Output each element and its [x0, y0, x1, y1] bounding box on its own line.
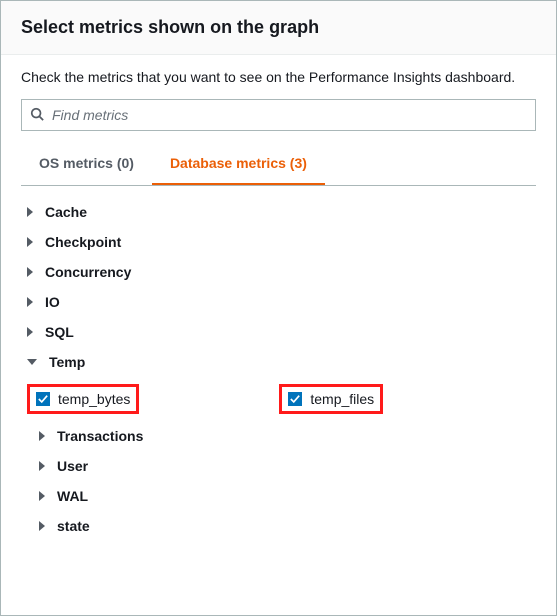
tree-group-user[interactable]: User	[39, 458, 536, 474]
tree-group-concurrency[interactable]: Concurrency	[27, 264, 536, 280]
tab-os-metrics[interactable]: OS metrics (0)	[21, 145, 152, 185]
caret-right-icon	[27, 267, 33, 277]
tree-group-label: Transactions	[57, 428, 143, 444]
caret-right-icon	[27, 327, 33, 337]
caret-right-icon	[39, 431, 45, 441]
metric-item-temp-files[interactable]: temp_files	[279, 384, 383, 414]
dialog-header: Select metrics shown on the graph	[1, 1, 556, 55]
tree-group-label: SQL	[45, 324, 74, 340]
metrics-tree: Cache Checkpoint Concurrency IO SQL Temp	[27, 204, 536, 534]
tree-group-transactions[interactable]: Transactions	[39, 428, 536, 444]
tree-group-label: Concurrency	[45, 264, 131, 280]
checkbox[interactable]	[36, 392, 50, 406]
tree-group-label: WAL	[57, 488, 88, 504]
instruction-text: Check the metrics that you want to see o…	[21, 69, 536, 85]
tree-group-label: Temp	[49, 354, 85, 370]
tree-group-label: IO	[45, 294, 60, 310]
dialog-title: Select metrics shown on the graph	[21, 17, 536, 38]
tree-group-sql[interactable]: SQL	[27, 324, 536, 340]
tree-children: temp_bytes temp_files	[27, 384, 536, 414]
tree-group-wal[interactable]: WAL	[39, 488, 536, 504]
tab-database-metrics[interactable]: Database metrics (3)	[152, 145, 325, 185]
metric-label: temp_files	[310, 391, 374, 407]
tree-group-io[interactable]: IO	[27, 294, 536, 310]
caret-down-icon	[27, 359, 37, 365]
tabs-container: OS metrics (0) Database metrics (3)	[21, 145, 536, 186]
search-input[interactable]	[52, 100, 527, 130]
caret-right-icon	[27, 297, 33, 307]
tree-group-label: state	[57, 518, 90, 534]
tree-group-state[interactable]: state	[39, 518, 536, 534]
checkbox[interactable]	[288, 392, 302, 406]
caret-right-icon	[27, 207, 33, 217]
caret-right-icon	[39, 521, 45, 531]
tree-group-label: User	[57, 458, 88, 474]
search-icon	[30, 107, 52, 124]
search-input-wrap[interactable]	[21, 99, 536, 131]
metric-label: temp_bytes	[58, 391, 130, 407]
tree-group-cache[interactable]: Cache	[27, 204, 536, 220]
tab-label: Database metrics (3)	[170, 155, 307, 171]
tab-label: OS metrics (0)	[39, 155, 134, 171]
caret-right-icon	[39, 461, 45, 471]
tree-group-label: Cache	[45, 204, 87, 220]
tree-group-checkpoint[interactable]: Checkpoint	[27, 234, 536, 250]
caret-right-icon	[39, 491, 45, 501]
tree-group-label: Checkpoint	[45, 234, 121, 250]
tree-group-temp[interactable]: Temp	[27, 354, 536, 370]
caret-right-icon	[27, 237, 33, 247]
metric-item-temp-bytes[interactable]: temp_bytes	[27, 384, 139, 414]
